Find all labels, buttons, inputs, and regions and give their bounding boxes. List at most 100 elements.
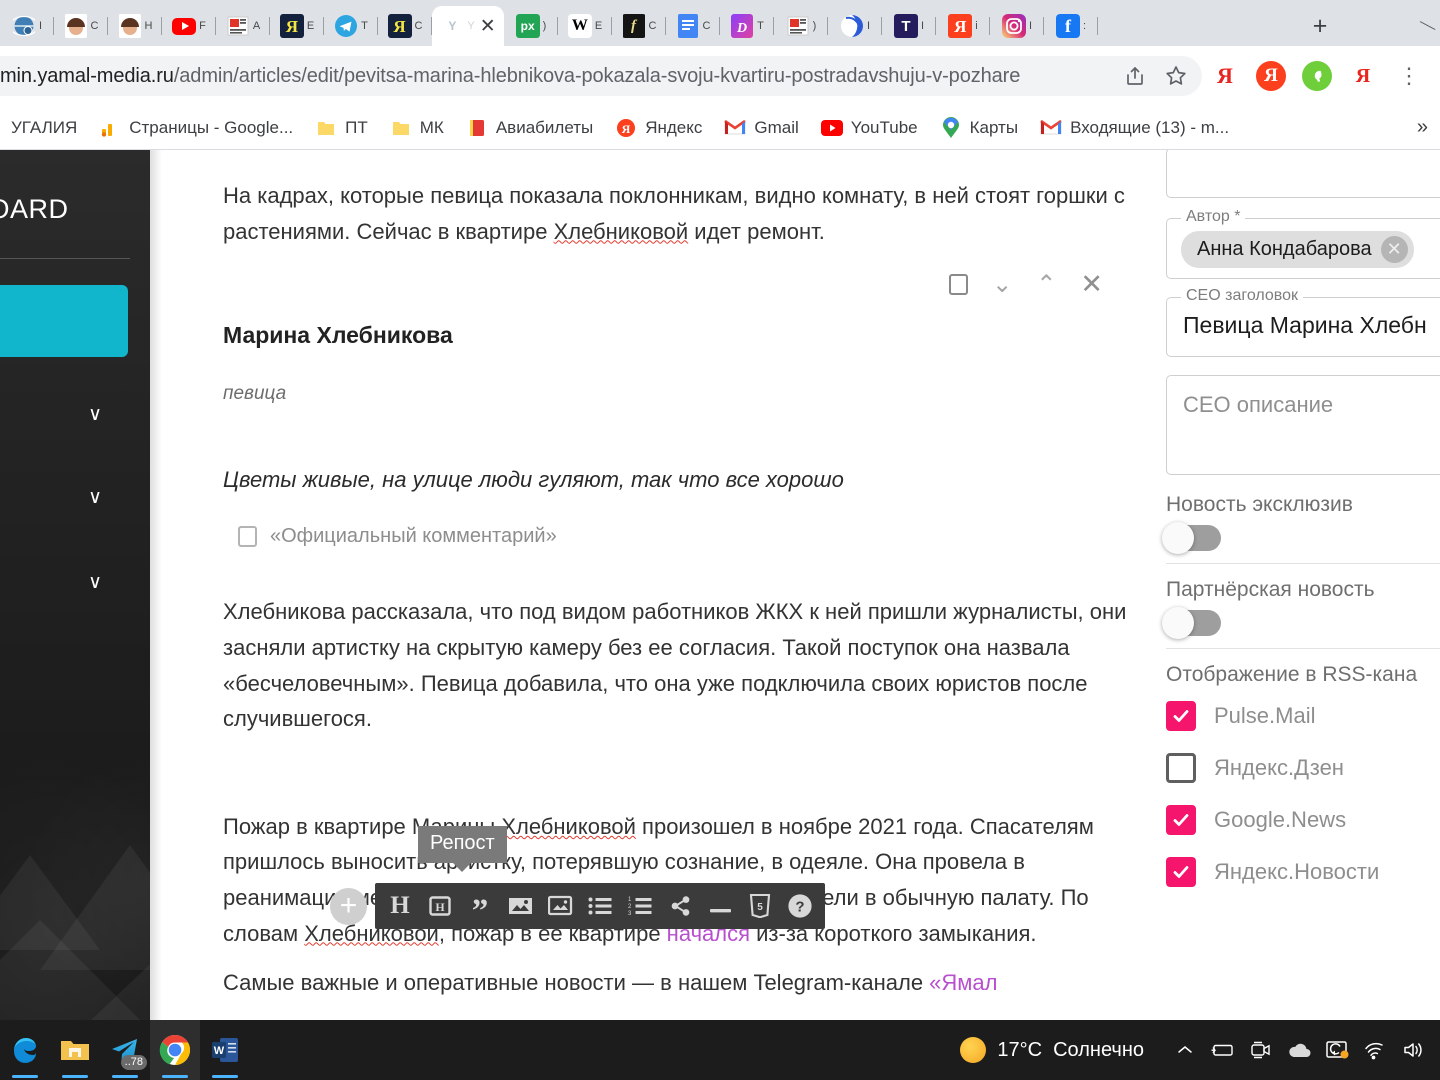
- taskbar-chrome[interactable]: [150, 1020, 200, 1080]
- address-bar[interactable]: min.yamal-media.ru/admin/articles/edit/p…: [0, 56, 1202, 96]
- bookmark-maps[interactable]: Карты: [929, 116, 1029, 139]
- block-action-toolbar[interactable]: ⌄ ⌃ ✕: [223, 271, 1103, 298]
- camera-icon[interactable]: [1242, 1020, 1280, 1080]
- tab-profile-2[interactable]: H: [108, 6, 162, 46]
- tab-telegram[interactable]: T: [324, 6, 378, 46]
- article-paragraph-2[interactable]: Хлебникова рассказала, что под видом раб…: [223, 594, 1153, 737]
- onedrive-icon[interactable]: [1280, 1020, 1318, 1080]
- tab-youtube[interactable]: F: [162, 6, 216, 46]
- block-select-checkbox[interactable]: [949, 274, 969, 296]
- tab-yandex-dark-2[interactable]: ЯC: [378, 6, 432, 46]
- quote-speaker-role[interactable]: певица: [223, 383, 1153, 405]
- gallery-button[interactable]: [547, 891, 573, 921]
- sidebar-expand-chevron-2[interactable]: ∨: [0, 486, 150, 509]
- wifi-icon[interactable]: [1356, 1020, 1394, 1080]
- article-paragraph-3[interactable]: Пожар в квартире Марины Хлебниковой прои…: [223, 809, 1153, 952]
- new-tab-button[interactable]: +: [1300, 6, 1340, 46]
- tab-news-2[interactable]: ): [774, 6, 828, 46]
- tab-news[interactable]: A: [216, 6, 270, 46]
- volume-icon[interactable]: [1394, 1020, 1432, 1080]
- green-shield-extension[interactable]: [1294, 57, 1340, 95]
- tab-f[interactable]: fC: [612, 6, 666, 46]
- bookmark-inbox[interactable]: Входящие (13) - m...: [1029, 117, 1240, 139]
- tab-wikipedia[interactable]: WE: [558, 6, 612, 46]
- heading-h-button[interactable]: H: [387, 891, 413, 921]
- help-button[interactable]: ?: [787, 891, 813, 921]
- chrome-menu-button[interactable]: ⋮: [1386, 57, 1432, 95]
- bookmark-gmail[interactable]: Gmail: [713, 117, 809, 139]
- sidebar-expand-chevron-1[interactable]: ∨: [0, 403, 150, 426]
- html-embed-button[interactable]: 5: [747, 891, 773, 921]
- seo-description-input[interactable]: CEO описание: [1167, 376, 1440, 418]
- bookmark-mk[interactable]: МК: [379, 117, 455, 139]
- share-repost-button[interactable]: [667, 891, 693, 921]
- bookmark-yandex[interactable]: Я Яндекс: [604, 117, 713, 139]
- yandex-metrika-extension[interactable]: Я: [1340, 57, 1386, 95]
- divider-button[interactable]: [707, 891, 733, 921]
- tab-dzen[interactable]: DT: [720, 6, 774, 46]
- tab-current[interactable]: Y Y ✕: [432, 6, 504, 46]
- inline-editor-toolbar[interactable]: + H H ” 123 5 ?: [330, 883, 825, 929]
- tab-profile-1[interactable]: C: [54, 6, 108, 46]
- seo-title-field[interactable]: CEO заголовок Певица Марина Хлебн: [1166, 287, 1440, 357]
- tab-facebook[interactable]: f:: [1044, 6, 1098, 46]
- bookmark-star-icon[interactable]: [1156, 59, 1196, 93]
- bullet-list-button[interactable]: [587, 891, 613, 921]
- article-paragraph-1[interactable]: На кадрах, которые певица показала покло…: [223, 178, 1153, 249]
- article-editor[interactable]: На кадрах, которые певица показала покло…: [223, 150, 1153, 1003]
- tab-docs[interactable]: C: [666, 6, 720, 46]
- rss-checkbox-yandex-dzen[interactable]: Яндекс.Дзен: [1166, 753, 1440, 783]
- sidebar-primary-button[interactable]: [0, 285, 128, 357]
- show-hidden-icons[interactable]: [1166, 1020, 1204, 1080]
- official-comment-checkbox[interactable]: [238, 526, 257, 548]
- telegram-channel-link[interactable]: «Ямал: [929, 970, 997, 995]
- bookmark-avia[interactable]: Авиабилеты: [455, 117, 604, 139]
- quote-button[interactable]: ”: [467, 891, 493, 927]
- official-comment-row[interactable]: «Официальный комментарий»: [238, 525, 1153, 548]
- tab-tinkoff[interactable]: TI: [882, 6, 936, 46]
- bookmark-youtube[interactable]: YouTube: [810, 117, 929, 139]
- checkbox-box[interactable]: [1166, 701, 1196, 731]
- article-paragraph-4[interactable]: Самые важные и оперативные новости — в н…: [223, 965, 1153, 1001]
- seo-description-field[interactable]: CEO описание: [1166, 375, 1440, 475]
- bookmarks-overflow-button[interactable]: »: [1405, 116, 1440, 139]
- window-controls[interactable]: ╲: [1340, 0, 1440, 46]
- tab-globe[interactable]: I: [0, 6, 54, 46]
- taskbar-word[interactable]: W: [200, 1020, 250, 1080]
- bookmark-portugal[interactable]: УГАЛИЯ: [0, 118, 88, 138]
- move-up-icon[interactable]: ⌃: [1036, 272, 1056, 297]
- remove-author-icon[interactable]: ✕: [1380, 236, 1408, 263]
- taskbar-explorer[interactable]: [50, 1020, 100, 1080]
- author-field[interactable]: Автор * Анна Кондабарова ✕: [1166, 208, 1440, 279]
- bookmark-google-pages[interactable]: Страницы - Google...: [88, 117, 304, 139]
- tab-yandex-dark[interactable]: ЯE: [270, 6, 324, 46]
- rss-checkbox-pulse-mail[interactable]: Pulse.Mail: [1166, 701, 1440, 731]
- seo-title-input[interactable]: Певица Марина Хлебн: [1167, 298, 1440, 351]
- battery-icon[interactable]: [1204, 1020, 1242, 1080]
- checkbox-box[interactable]: [1166, 753, 1196, 783]
- bookmark-pt[interactable]: ПТ: [304, 117, 379, 139]
- field-above-author[interactable]: [1166, 150, 1440, 198]
- weather-widget[interactable]: 17°C Солнечно: [960, 1037, 1166, 1063]
- window-minimize-icon[interactable]: ╲: [1420, 17, 1436, 35]
- sidebar-expand-chevron-3[interactable]: ∨: [0, 571, 150, 594]
- yandex-translate-extension[interactable]: Я: [1202, 57, 1248, 95]
- exclusive-toggle[interactable]: [1162, 522, 1221, 554]
- heading-boxed-button[interactable]: H: [427, 891, 453, 921]
- yandex-extension[interactable]: Я: [1248, 57, 1294, 95]
- add-block-button[interactable]: +: [330, 887, 367, 925]
- tab-px[interactable]: px): [504, 6, 558, 46]
- tab-blue-circle[interactable]: I: [828, 6, 882, 46]
- tab-yandex-red[interactable]: Яi: [936, 6, 990, 46]
- rss-checkbox-yandex-news[interactable]: Яндекс.Новости: [1166, 857, 1440, 887]
- rss-checkbox-google-news[interactable]: Google.News: [1166, 805, 1440, 835]
- move-down-icon[interactable]: ⌄: [992, 272, 1012, 297]
- sync-icon[interactable]: [1318, 1020, 1356, 1080]
- quote-speaker-name[interactable]: Марина Хлебникова: [223, 322, 1153, 349]
- partner-toggle[interactable]: [1162, 607, 1221, 639]
- author-chip[interactable]: Анна Кондабарова ✕: [1181, 231, 1414, 268]
- close-tab-icon[interactable]: ✕: [480, 17, 496, 36]
- delete-block-icon[interactable]: ✕: [1080, 271, 1103, 298]
- checkbox-box[interactable]: [1166, 857, 1196, 887]
- numbered-list-button[interactable]: 123: [627, 891, 653, 921]
